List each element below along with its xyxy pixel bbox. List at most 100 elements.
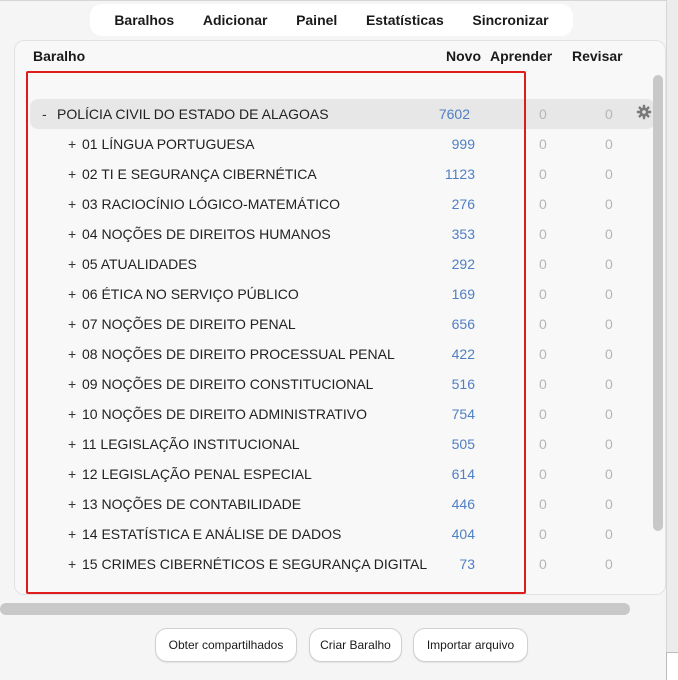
deck-row[interactable]: + 11 LEGISLAÇÃO INSTITUCIONAL 505 0 0 <box>30 429 660 459</box>
column-header-learn[interactable]: Aprender <box>490 48 552 64</box>
deck-row[interactable]: + 13 NOÇÕES DE CONTABILIDADE 446 0 0 <box>30 489 660 519</box>
learn-count: 0 <box>539 346 547 362</box>
window-right-edge <box>666 0 678 680</box>
column-header-deck[interactable]: Baralho <box>33 48 85 64</box>
expand-toggle[interactable]: + <box>68 496 76 512</box>
deck-name[interactable]: 06 ÉTICA NO SERVIÇO PÚBLICO <box>82 286 299 302</box>
deck-row[interactable]: + 04 NOÇÕES DE DIREITOS HUMANOS 353 0 0 <box>30 219 660 249</box>
new-count: 999 <box>451 136 475 152</box>
deck-row[interactable]: + 09 NOÇÕES DE DIREITO CONSTITUCIONAL 51… <box>30 369 660 399</box>
learn-count: 0 <box>539 136 547 152</box>
learn-count: 0 <box>539 106 547 122</box>
toolbar-decks-button[interactable]: Baralhos <box>114 12 174 28</box>
deck-row[interactable]: + 10 NOÇÕES DE DIREITO ADMINISTRATIVO 75… <box>30 399 660 429</box>
deck-name[interactable]: 01 LÍNGUA PORTUGUESA <box>82 136 254 152</box>
review-count: 0 <box>605 436 613 452</box>
create-deck-button[interactable]: Criar Baralho <box>309 628 402 662</box>
deck-name[interactable]: 14 ESTATÍSTICA E ANÁLISE DE DADOS <box>82 526 341 542</box>
deck-name[interactable]: 02 TI E SEGURANÇA CIBERNÉTICA <box>82 166 317 182</box>
toolbar-add-button[interactable]: Adicionar <box>203 12 268 28</box>
new-count: 1123 <box>444 166 475 182</box>
expand-toggle[interactable]: + <box>68 406 76 422</box>
deck-name[interactable]: 03 RACIOCÍNIO LÓGICO-MATEMÁTICO <box>82 196 340 212</box>
learn-count: 0 <box>539 196 547 212</box>
review-count: 0 <box>605 376 613 392</box>
deck-row[interactable]: + 02 TI E SEGURANÇA CIBERNÉTICA 1123 0 0 <box>30 159 660 189</box>
learn-count: 0 <box>539 316 547 332</box>
learn-count: 0 <box>539 226 547 242</box>
import-file-button[interactable]: Importar arquivo <box>413 628 528 662</box>
new-count: 516 <box>451 376 475 392</box>
new-count: 292 <box>451 256 475 272</box>
deck-row[interactable]: + 08 NOÇÕES DE DIREITO PROCESSUAL PENAL … <box>30 339 660 369</box>
collapse-toggle[interactable]: - <box>42 106 47 122</box>
deck-name[interactable]: 11 LEGISLAÇÃO INSTITUCIONAL <box>82 436 300 452</box>
top-toolbar: Baralhos Adicionar Painel Estatísticas S… <box>90 4 573 36</box>
review-count: 0 <box>605 556 613 572</box>
deck-name[interactable]: 04 NOÇÕES DE DIREITOS HUMANOS <box>82 226 331 242</box>
deck-row[interactable]: + 05 ATUALIDADES 292 0 0 <box>30 249 660 279</box>
expand-toggle[interactable]: + <box>68 346 76 362</box>
deck-name[interactable]: 08 NOÇÕES DE DIREITO PROCESSUAL PENAL <box>82 346 395 362</box>
expand-toggle[interactable]: + <box>68 526 76 542</box>
expand-toggle[interactable]: + <box>68 466 76 482</box>
learn-count: 0 <box>539 376 547 392</box>
expand-toggle[interactable]: + <box>68 556 76 572</box>
deck-name[interactable]: 07 NOÇÕES DE DIREITO PENAL <box>82 316 296 332</box>
review-count: 0 <box>605 106 613 122</box>
learn-count: 0 <box>539 526 547 542</box>
expand-toggle[interactable]: + <box>68 226 76 242</box>
deck-row[interactable]: + 01 LÍNGUA PORTUGUESA 999 0 0 <box>30 129 660 159</box>
learn-count: 0 <box>539 496 547 512</box>
expand-toggle[interactable]: + <box>68 256 76 272</box>
deck-row[interactable]: + 14 ESTATÍSTICA E ANÁLISE DE DADOS 404 … <box>30 519 660 549</box>
deck-row[interactable]: + 12 LEGISLAÇÃO PENAL ESPECIAL 614 0 0 <box>30 459 660 489</box>
expand-toggle[interactable]: + <box>68 166 76 182</box>
new-count: 276 <box>451 196 475 212</box>
deck-name[interactable]: 09 NOÇÕES DE DIREITO CONSTITUCIONAL <box>82 376 373 392</box>
learn-count: 0 <box>539 466 547 482</box>
deck-row-parent[interactable]: - POLÍCIA CIVIL DO ESTADO DE ALAGOAS 760… <box>30 99 655 129</box>
expand-toggle[interactable]: + <box>68 316 76 332</box>
deck-row[interactable]: + 15 CRIMES CIBERNÉTICOS E SEGURANÇA DIG… <box>30 549 660 579</box>
expand-toggle[interactable]: + <box>68 376 76 392</box>
toolbar-sync-button[interactable]: Sincronizar <box>472 12 548 28</box>
new-count: 169 <box>451 286 475 302</box>
deck-name[interactable]: 10 NOÇÕES DE DIREITO ADMINISTRATIVO <box>82 406 367 422</box>
vertical-scrollbar[interactable] <box>653 75 663 531</box>
new-count: 614 <box>451 466 475 482</box>
horizontal-scrollbar[interactable] <box>0 603 630 615</box>
deck-row[interactable]: + 03 RACIOCÍNIO LÓGICO-MATEMÁTICO 276 0 … <box>30 189 660 219</box>
expand-toggle[interactable]: + <box>68 196 76 212</box>
deck-name[interactable]: 12 LEGISLAÇÃO PENAL ESPECIAL <box>82 466 312 482</box>
column-header-new[interactable]: Novo <box>446 48 481 64</box>
review-count: 0 <box>605 166 613 182</box>
deck-name[interactable]: 13 NOÇÕES DE CONTABILIDADE <box>82 496 301 512</box>
review-count: 0 <box>605 196 613 212</box>
toolbar-browse-button[interactable]: Painel <box>296 12 337 28</box>
new-count: 353 <box>451 226 475 242</box>
deck-name[interactable]: POLÍCIA CIVIL DO ESTADO DE ALAGOAS <box>57 106 329 122</box>
learn-count: 0 <box>539 166 547 182</box>
review-count: 0 <box>605 136 613 152</box>
toolbar-stats-button[interactable]: Estatísticas <box>366 12 444 28</box>
new-count: 656 <box>451 316 475 332</box>
resize-handle[interactable] <box>666 652 678 680</box>
deck-list: - POLÍCIA CIVIL DO ESTADO DE ALAGOAS 760… <box>30 99 660 579</box>
deck-row[interactable]: + 06 ÉTICA NO SERVIÇO PÚBLICO 169 0 0 <box>30 279 660 309</box>
expand-toggle[interactable]: + <box>68 286 76 302</box>
expand-toggle[interactable]: + <box>68 436 76 452</box>
new-count: 73 <box>459 556 475 572</box>
expand-toggle[interactable]: + <box>68 136 76 152</box>
deck-name[interactable]: 15 CRIMES CIBERNÉTICOS E SEGURANÇA DIGIT… <box>82 556 427 572</box>
get-shared-button[interactable]: Obter compartilhados <box>155 628 297 662</box>
new-count: 754 <box>451 406 475 422</box>
learn-count: 0 <box>539 256 547 272</box>
gear-icon[interactable] <box>636 104 652 120</box>
new-count: 7602 <box>438 106 470 122</box>
review-count: 0 <box>605 286 613 302</box>
deck-row[interactable]: + 07 NOÇÕES DE DIREITO PENAL 656 0 0 <box>30 309 660 339</box>
new-count: 422 <box>451 346 475 362</box>
column-header-review[interactable]: Revisar <box>572 48 623 64</box>
deck-name[interactable]: 05 ATUALIDADES <box>82 256 197 272</box>
